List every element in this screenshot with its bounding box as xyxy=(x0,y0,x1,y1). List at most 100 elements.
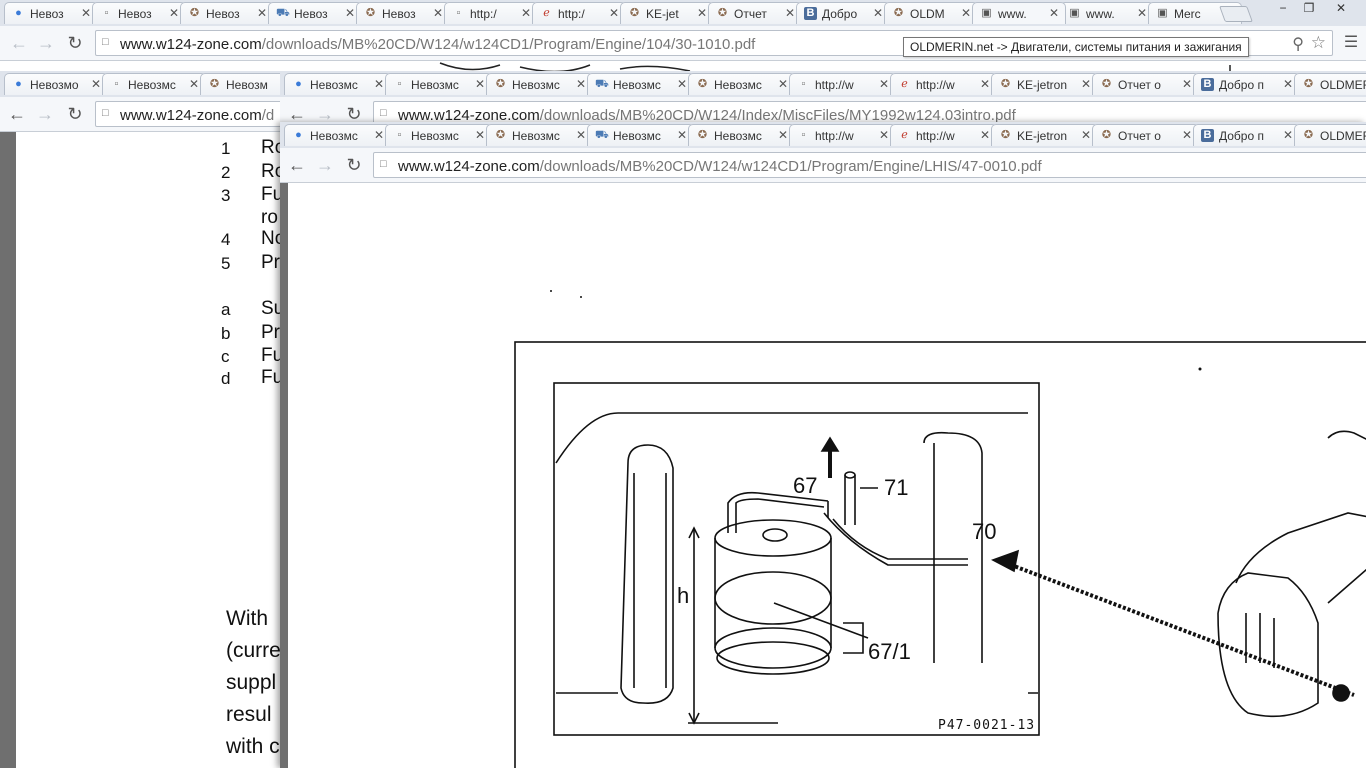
close-tab-icon[interactable]: ✕ xyxy=(1182,128,1192,142)
page-icon: ▫ xyxy=(114,78,119,90)
close-tab-icon[interactable]: ✕ xyxy=(778,128,788,142)
close-tab-icon[interactable]: ✕ xyxy=(778,77,788,91)
browser-tab[interactable]: ▫ http://w ✕ xyxy=(789,124,896,146)
browser-tab[interactable]: ⛟ Невозмс ✕ xyxy=(587,124,694,146)
browser-tab[interactable]: ℯ http://w ✕ xyxy=(890,124,997,146)
close-tab-icon[interactable]: ✕ xyxy=(257,6,267,20)
browser-tab[interactable]: ✪ Невозмс ✕ xyxy=(688,124,795,146)
close-tab-icon[interactable]: ✕ xyxy=(609,6,619,20)
close-tab-icon[interactable]: ✕ xyxy=(576,77,586,91)
browser-tab[interactable]: ✪ Невозмс ✕ xyxy=(688,73,795,95)
browser-tab[interactable]: ✪ Невоз ✕ xyxy=(356,2,450,24)
browser-tab[interactable]: ✪ Отчет о ✕ xyxy=(1092,124,1199,146)
close-tab-icon[interactable]: ✕ xyxy=(475,128,485,142)
close-tab-icon[interactable]: ✕ xyxy=(576,128,586,142)
menu-icon[interactable]: ☰ xyxy=(1340,32,1362,54)
star-icon[interactable]: ☆ xyxy=(1311,33,1326,53)
reload-button[interactable]: ↻ xyxy=(64,32,86,54)
browser-tab[interactable]: ✪ Отчет ✕ xyxy=(708,2,802,24)
tab-title: Невозмс xyxy=(411,129,459,143)
forward-button[interactable]: → xyxy=(314,154,336,176)
close-tab-icon[interactable]: ✕ xyxy=(475,77,485,91)
browser-tab[interactable]: ℯ http:/ ✕ xyxy=(532,2,626,24)
tab-title: http://w xyxy=(916,129,955,143)
browser-tab[interactable]: ● Невозмс ✕ xyxy=(284,124,391,146)
browser-tab[interactable]: ▫ Невоз ✕ xyxy=(92,2,186,24)
close-tab-icon[interactable]: ✕ xyxy=(374,128,384,142)
browser-tab[interactable]: ⛟ Невозмс ✕ xyxy=(587,73,694,95)
zoom-icon[interactable]: ⚲ xyxy=(1292,34,1304,54)
close-tab-icon[interactable]: ✕ xyxy=(879,128,889,142)
close-tab-icon[interactable]: ✕ xyxy=(1081,77,1091,91)
close-tab-icon[interactable]: ✕ xyxy=(980,77,990,91)
close-tab-icon[interactable]: ✕ xyxy=(81,6,91,20)
callout-67-1: 67/1 xyxy=(868,639,911,664)
browser-tab[interactable]: ✪ Невоз ✕ xyxy=(180,2,274,24)
browser-tab[interactable]: ✪ Невозмс ✕ xyxy=(486,73,593,95)
ie-icon: ℯ xyxy=(901,129,908,141)
browser-tab[interactable]: ● Невоз ✕ xyxy=(4,2,98,24)
close-tab-icon[interactable]: ✕ xyxy=(345,6,355,20)
reload-button[interactable]: ↻ xyxy=(64,103,86,125)
browser-tab[interactable]: ● Невозмо ✕ xyxy=(4,73,108,95)
close-tab-icon[interactable]: ✕ xyxy=(1283,128,1293,142)
close-tab-icon[interactable]: ✕ xyxy=(189,77,199,91)
close-tab-icon[interactable]: ✕ xyxy=(697,6,707,20)
minimize-button[interactable]: − xyxy=(1270,0,1296,18)
list-text: Pr xyxy=(261,322,280,343)
browser-tab[interactable]: ✪ KE-jetron ✕ xyxy=(991,124,1098,146)
browser-tab[interactable]: ⛟ Невоз ✕ xyxy=(268,2,362,24)
tab-title: KE-jet xyxy=(646,7,679,21)
close-tab-icon[interactable]: ✕ xyxy=(677,128,687,142)
reload-button[interactable]: ↻ xyxy=(343,154,365,176)
browser-tab[interactable]: ● Невозмс ✕ xyxy=(284,73,391,95)
close-tab-icon[interactable]: ✕ xyxy=(433,6,443,20)
close-tab-icon[interactable]: ✕ xyxy=(677,77,687,91)
browser-tab[interactable]: ✪ Отчет о ✕ xyxy=(1092,73,1199,95)
close-tab-icon[interactable]: ✕ xyxy=(961,6,971,20)
close-tab-icon[interactable]: ✕ xyxy=(1283,77,1293,91)
close-tab-icon[interactable]: ✕ xyxy=(785,6,795,20)
close-tab-icon[interactable]: ✕ xyxy=(1049,6,1059,20)
browser-tab[interactable]: ✪OLDMER✕ xyxy=(1294,73,1366,95)
browser-tab[interactable]: В Добро ✕ xyxy=(796,2,890,24)
browser-tab[interactable]: ▫ http:/ ✕ xyxy=(444,2,538,24)
new-tab-button[interactable] xyxy=(1219,6,1253,22)
browser-tab[interactable]: ✪ KE-jetron ✕ xyxy=(991,73,1098,95)
back-button[interactable]: ← xyxy=(286,154,308,176)
close-tab-icon[interactable]: ✕ xyxy=(879,77,889,91)
page-icon: □ xyxy=(380,107,387,119)
close-tab-icon[interactable]: ✕ xyxy=(374,77,384,91)
browser-tab[interactable]: ✪ OLDM ✕ xyxy=(884,2,978,24)
browser-tab[interactable]: ▫ Невозмс ✕ xyxy=(102,73,206,95)
pdf-page: 67 71 70 h 67/1 P47-0021-13 xyxy=(280,183,1366,768)
forward-button[interactable]: → xyxy=(34,103,56,125)
chrome-icon: ● xyxy=(295,129,302,141)
close-tab-icon[interactable]: ✕ xyxy=(980,128,990,142)
close-tab-icon[interactable]: ✕ xyxy=(91,77,101,91)
browser-tab[interactable]: ▫ Невозмс ✕ xyxy=(385,73,492,95)
back-button[interactable]: ← xyxy=(6,103,28,125)
mercedes-icon: ✪ xyxy=(1101,78,1112,90)
close-tab-icon[interactable]: ✕ xyxy=(1137,6,1147,20)
forward-button[interactable]: → xyxy=(35,32,57,54)
browser-tab[interactable]: ✪OLDMER✕ xyxy=(1294,124,1366,146)
browser-tab[interactable]: В Добро п ✕ xyxy=(1193,73,1300,95)
browser-tab[interactable]: В Добро п ✕ xyxy=(1193,124,1300,146)
restore-button[interactable]: ❐ xyxy=(1296,0,1322,18)
browser-tab[interactable]: ▫ Невозмс ✕ xyxy=(385,124,492,146)
close-tab-icon[interactable]: ✕ xyxy=(1081,128,1091,142)
address-bar[interactable]: □ www.w124-zone.com/downloads/MB%20CD/W1… xyxy=(373,152,1366,178)
close-tab-icon[interactable]: ✕ xyxy=(1182,77,1192,91)
browser-tab[interactable]: ✪ KE-jet ✕ xyxy=(620,2,714,24)
browser-tab[interactable]: ▣ www. ✕ xyxy=(1060,2,1154,24)
close-tab-icon[interactable]: ✕ xyxy=(169,6,179,20)
browser-tab[interactable]: ▫ http://w ✕ xyxy=(789,73,896,95)
browser-tab[interactable]: ℯ http://w ✕ xyxy=(890,73,997,95)
browser-tab[interactable]: ▣ www. ✕ xyxy=(972,2,1066,24)
close-window-button[interactable]: ✕ xyxy=(1326,0,1356,18)
back-button[interactable]: ← xyxy=(8,32,30,54)
close-tab-icon[interactable]: ✕ xyxy=(521,6,531,20)
close-tab-icon[interactable]: ✕ xyxy=(873,6,883,20)
browser-tab[interactable]: ✪ Невозмс ✕ xyxy=(486,124,593,146)
